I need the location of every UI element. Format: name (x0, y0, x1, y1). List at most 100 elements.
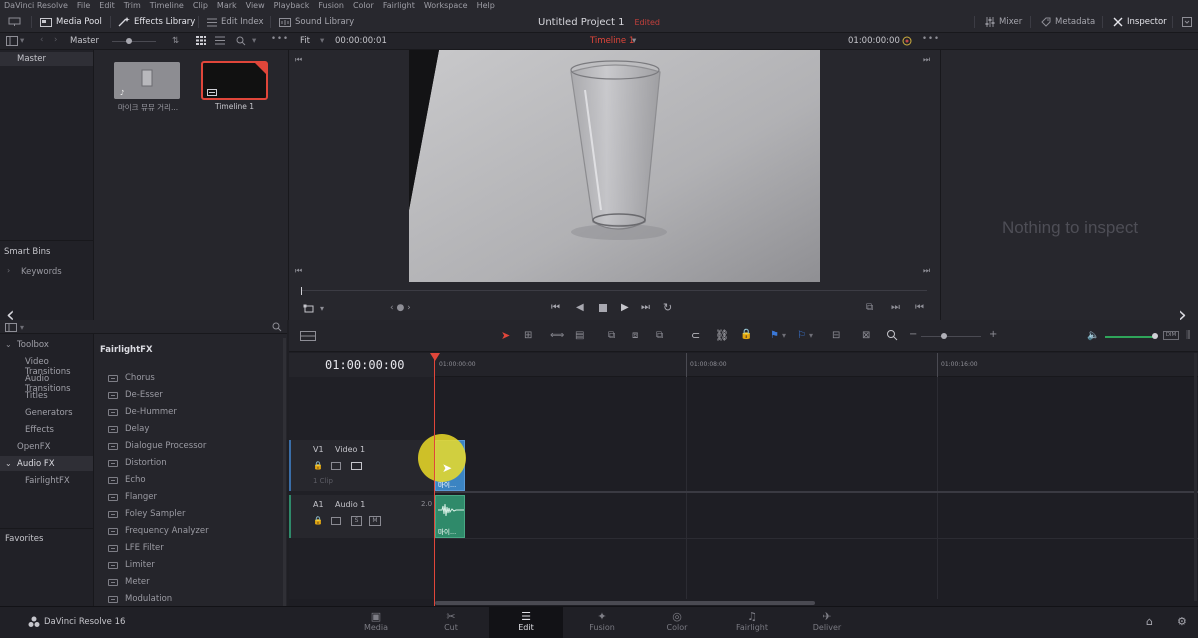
meter-icon[interactable]: ⫼ (1186, 330, 1191, 341)
settings-gear-icon[interactable]: ⚙ (1177, 615, 1187, 628)
keywords-bin[interactable]: Keywords (21, 267, 62, 277)
fx-modulation[interactable]: Modulation (108, 594, 172, 604)
fx-limiter[interactable]: Limiter (108, 560, 155, 570)
mark-in-icon[interactable]: ⏭ (891, 302, 900, 313)
sort-icon[interactable]: ⇅ (172, 36, 179, 46)
fx-de-hummer[interactable]: De-Hummer (108, 407, 177, 417)
timeline-name[interactable]: Timeline 1 (590, 36, 634, 46)
timeline-chevron-icon[interactable]: ▾ (632, 36, 636, 46)
snapping-icon[interactable]: ⊂ (691, 329, 700, 342)
audio-auto-select-icon[interactable] (331, 517, 341, 525)
menu-davinci[interactable]: DaVinci Resolve (4, 0, 68, 11)
fx-frequency-analyzer[interactable]: Frequency Analyzer (108, 526, 209, 536)
zoom-out-icon[interactable]: − (909, 329, 917, 340)
menu-workspace[interactable]: Workspace (424, 0, 468, 11)
page-deliver[interactable]: ✈ Deliver (800, 611, 854, 633)
fairlightfx-item[interactable]: FairlightFX (25, 476, 70, 486)
color-wheel-icon[interactable] (902, 36, 912, 49)
play-button[interactable]: ▶ (621, 302, 629, 313)
playhead-line[interactable] (434, 353, 435, 606)
detail-zoom-icon[interactable]: ⊠ (862, 330, 870, 341)
timeline-view-options-icon[interactable] (300, 331, 316, 344)
titles-item[interactable]: Titles (25, 391, 48, 401)
fx-flanger[interactable]: Flanger (108, 492, 157, 502)
menu-file[interactable]: File (77, 0, 90, 11)
page-edit[interactable]: ☰ Edit (499, 611, 553, 633)
overwrite-clip-icon[interactable]: ⧈ (632, 330, 638, 341)
viewer-start-icon[interactable]: ⏮ (295, 55, 302, 65)
menu-edit[interactable]: Edit (99, 0, 115, 11)
viewer-scrubber[interactable] (301, 290, 927, 291)
menu-playback[interactable]: Playback (274, 0, 310, 11)
metadata-button[interactable]: Metadata (1041, 15, 1095, 29)
trim-tool-icon[interactable]: ⊞ (524, 330, 532, 341)
video-auto-select-icon[interactable] (331, 462, 341, 470)
menu-fairlight[interactable]: Fairlight (383, 0, 415, 11)
fx-foley-sampler[interactable]: Foley Sampler (108, 509, 185, 519)
search-icon[interactable] (236, 36, 246, 49)
fx-chorus[interactable]: Chorus (108, 373, 155, 383)
generators-item[interactable]: Generators (25, 408, 73, 418)
fx-distortion[interactable]: Distortion (108, 458, 167, 468)
audiofx-item[interactable]: Audio FX (17, 459, 55, 469)
video-track-header[interactable]: V1 Video 1 🔒 1 Clip (289, 440, 435, 491)
replace-clip-icon[interactable]: ⧉ (656, 330, 663, 341)
audio-track-name[interactable]: Audio 1 (335, 500, 365, 509)
dropdown-chevron-icon[interactable]: ▾ (20, 36, 24, 46)
grid-view-icon[interactable] (196, 36, 206, 48)
viewer-in-icon[interactable]: ⏮ (295, 266, 302, 276)
marker-chevron-icon[interactable]: ▾ (809, 331, 813, 340)
home-icon[interactable]: ⌂ (1146, 615, 1153, 628)
flag-chevron-icon[interactable]: ▾ (782, 331, 786, 340)
full-extent-zoom-icon[interactable]: ⊟ (832, 330, 840, 341)
audio-track-header[interactable]: A1 Audio 1 2.0 🔒 S M (289, 495, 435, 538)
timeline-thumbnail[interactable] (201, 61, 268, 100)
solo-button[interactable]: S (351, 516, 362, 526)
expand-icon[interactable] (1182, 15, 1192, 29)
clip-thumbnail[interactable]: ♪ (114, 62, 180, 99)
back-icon[interactable]: ‹ (40, 35, 43, 45)
page-color[interactable]: ◎ Color (650, 611, 704, 633)
effects-item[interactable]: Effects (25, 425, 54, 435)
stop-button[interactable] (599, 304, 607, 312)
menu-trim[interactable]: Trim (124, 0, 141, 11)
mixer-button[interactable]: Mixer (985, 15, 1022, 29)
inspector-button[interactable]: Inspector (1113, 15, 1167, 29)
menu-color[interactable]: Color (353, 0, 374, 11)
menu-help[interactable]: Help (477, 0, 495, 11)
audio-lock-icon[interactable]: 🔒 (313, 516, 323, 525)
flag-icon[interactable]: ⚑ (770, 330, 779, 341)
fx-search-icon[interactable] (272, 322, 282, 335)
menu-timeline[interactable]: Timeline (150, 0, 184, 11)
page-fairlight[interactable]: ♫ Fairlight (725, 611, 779, 633)
go-to-start-button[interactable]: ⏮ (551, 302, 560, 313)
marker-icon[interactable]: ⚐ (797, 330, 806, 341)
jog-control-icon[interactable]: ‹ ● › (390, 303, 411, 313)
loop-button[interactable]: ↻ (663, 301, 672, 314)
speaker-icon[interactable]: 🔈 (1087, 330, 1099, 341)
zoom-slider-knob[interactable] (941, 333, 947, 339)
panel-layout-icon[interactable] (6, 36, 18, 49)
viewer-options-icon[interactable]: ••• (922, 34, 940, 44)
media-pool-button[interactable]: Media Pool (40, 15, 102, 29)
fx-lfe-filter[interactable]: LFE Filter (108, 543, 164, 553)
more-options-icon[interactable]: ••• (271, 34, 289, 44)
audiofx-chevron-icon[interactable]: ⌄ (5, 459, 12, 468)
go-to-end-button[interactable]: ⏭ (641, 302, 650, 313)
position-lock-icon[interactable]: 🔒 (740, 329, 752, 340)
viewer-out-icon[interactable]: ⏭ (923, 266, 930, 276)
fx-delay[interactable]: Delay (108, 424, 149, 434)
fx-de-esser[interactable]: De-Esser (108, 390, 163, 400)
forward-icon[interactable]: › (54, 35, 57, 45)
master-bin[interactable]: Master (17, 54, 46, 64)
video-enable-icon[interactable] (351, 462, 362, 470)
menu-view[interactable]: View (246, 0, 265, 11)
keywords-chevron-icon[interactable]: › (7, 266, 10, 275)
fit-chevron-icon[interactable]: ▾ (320, 36, 324, 46)
transform-chevron-icon[interactable]: ▾ (320, 304, 324, 313)
zoom-in-icon[interactable]: + (989, 329, 997, 340)
page-fusion[interactable]: ✦ Fusion (575, 611, 629, 633)
fx-meter[interactable]: Meter (108, 577, 150, 587)
toolbox-chevron-icon[interactable]: ⌄ (5, 340, 12, 349)
custom-zoom-icon[interactable] (886, 329, 898, 344)
